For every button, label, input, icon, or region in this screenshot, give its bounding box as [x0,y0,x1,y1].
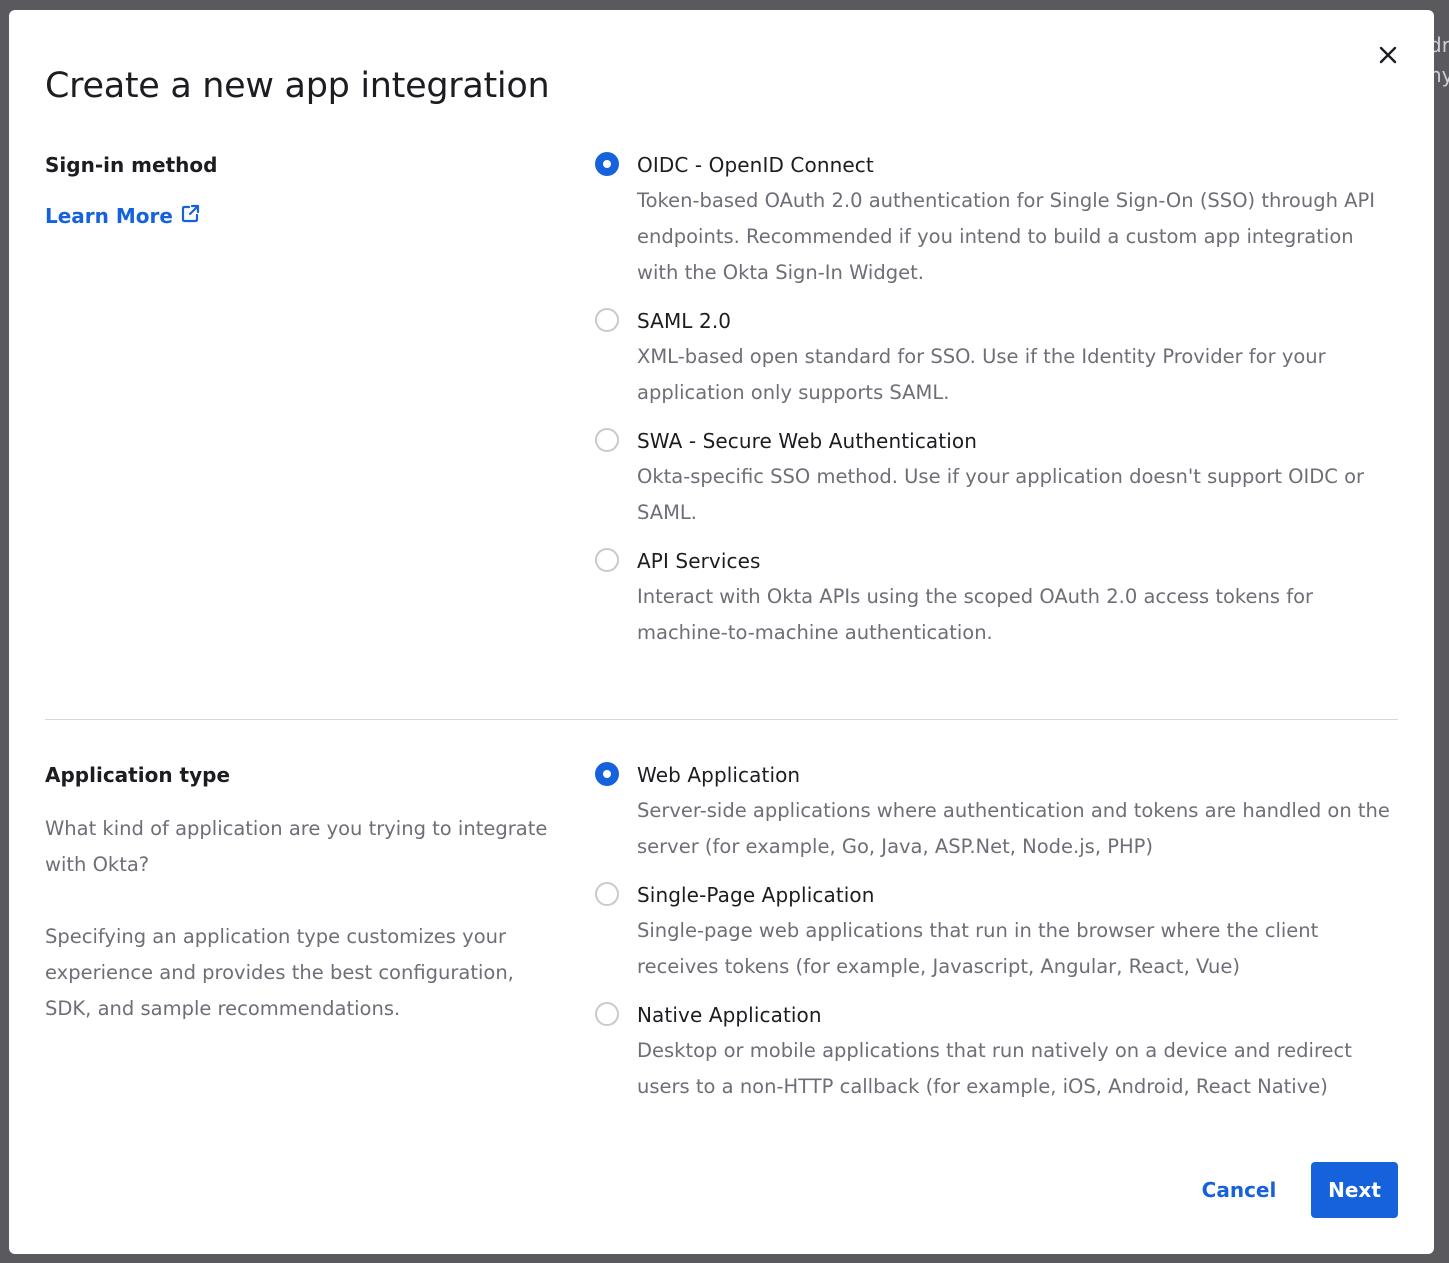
option-label: SAML 2.0 [637,309,732,333]
next-button[interactable]: Next [1311,1162,1398,1218]
close-icon [1379,46,1397,68]
radio-option-web-application[interactable]: Web Application Server-side applications… [595,760,1400,865]
radio-button[interactable] [595,1002,619,1026]
cancel-button[interactable]: Cancel [1189,1162,1289,1218]
radio-button[interactable] [595,428,619,452]
section-divider [45,719,1398,720]
radio-option-oidc[interactable]: OIDC - OpenID Connect Token-based OAuth … [595,150,1400,291]
radio-button[interactable] [595,548,619,572]
learn-more-label: Learn More [45,204,173,228]
option-label: Single-Page Application [637,883,875,907]
radio-option-native-application[interactable]: Native Application Desktop or mobile app… [595,1000,1400,1105]
application-type-help-text-2: Specifying an application type customize… [45,925,514,1020]
option-label: API Services [637,549,761,573]
close-button[interactable] [1375,44,1401,70]
radio-button-checked[interactable] [595,762,619,786]
external-link-icon [181,201,200,231]
sign-in-method-info: Sign-in method Learn More [45,150,565,231]
sign-in-method-label: Sign-in method [45,153,218,177]
radio-option-saml[interactable]: SAML 2.0 XML-based open standard for SSO… [595,306,1400,411]
option-label: SWA - Secure Web Authentication [637,429,977,453]
radio-button[interactable] [595,882,619,906]
application-type-help-text: What kind of application are you trying … [45,817,548,876]
application-type-info: Application type What kind of applicatio… [45,760,565,1027]
option-description: XML-based open standard for SSO. Use if … [637,345,1326,404]
create-app-integration-dialog: Create a new app integration Sign-in met… [9,10,1434,1254]
radio-option-swa[interactable]: SWA - Secure Web Authentication Okta-spe… [595,426,1400,531]
radio-option-api-services[interactable]: API Services Interact with Okta APIs usi… [595,546,1400,651]
option-description: Interact with Okta APIs using the scoped… [637,585,1314,644]
option-description: Server-side applications where authentic… [637,799,1390,858]
learn-more-link[interactable]: Learn More [45,201,200,231]
option-description: Okta-specific SSO method. Use if your ap… [637,465,1365,524]
radio-option-single-page-application[interactable]: Single-Page Application Single-page web … [595,880,1400,985]
option-description: Single-page web applications that run in… [637,919,1319,978]
application-type-options: Web Application Server-side applications… [595,760,1400,1105]
option-label: Native Application [637,1003,822,1027]
option-label: Web Application [637,763,801,787]
application-type-label: Application type [45,763,231,787]
dialog-title: Create a new app integration [45,66,550,106]
option-description: Desktop or mobile applications that run … [637,1039,1352,1098]
option-description: Token-based OAuth 2.0 authentication for… [637,189,1376,284]
radio-button[interactable] [595,308,619,332]
sign-in-method-options: OIDC - OpenID Connect Token-based OAuth … [595,150,1400,651]
radio-button-checked[interactable] [595,152,619,176]
option-label: OIDC - OpenID Connect [637,153,874,177]
